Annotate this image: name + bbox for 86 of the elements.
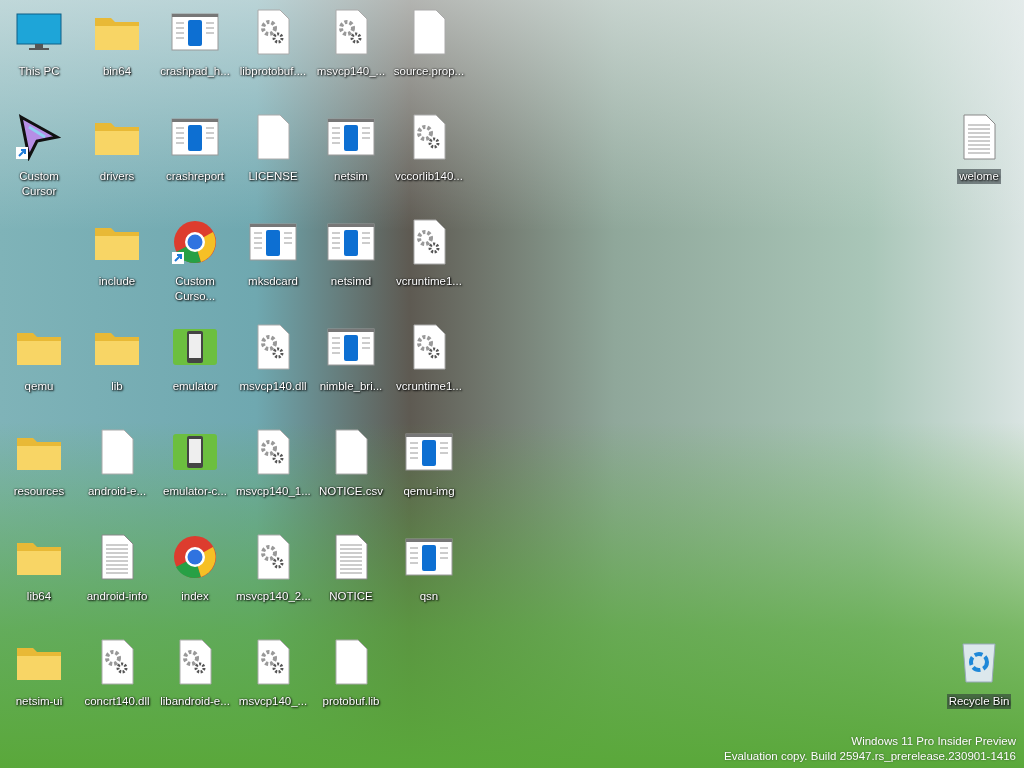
icon-label: vccorlib140... <box>395 169 463 184</box>
desktop-icon[interactable]: Custom Cursor <box>1 109 77 214</box>
icon-label: libandroid-e... <box>160 694 230 709</box>
icon-label: netsimd <box>330 274 372 289</box>
icon-label: android-info <box>86 589 148 604</box>
desktop-icon[interactable]: android-e... <box>79 424 155 529</box>
desktop-icon[interactable]: include <box>79 214 155 319</box>
desktop-icon[interactable]: qsn <box>391 529 467 634</box>
desktop-icon[interactable]: msvcp140_1... <box>235 424 311 529</box>
icon-label: android-e... <box>87 484 147 499</box>
icon-label: msvcp140.dll <box>239 379 307 394</box>
icon-label: Custom Curso... <box>173 274 217 304</box>
desktop-icon[interactable]: mksdcard <box>235 214 311 319</box>
desktop-icon[interactable]: NOTICE <box>313 529 389 634</box>
icon-label: vcruntime1... <box>396 274 462 289</box>
desktop-icon[interactable]: msvcp140_... <box>313 4 389 109</box>
desktop-icon[interactable]: bin64 <box>79 4 155 109</box>
desktop-icon[interactable]: lib64 <box>1 529 77 634</box>
icon-label: msvcp140_... <box>238 694 308 709</box>
desktop-icon[interactable]: source.prop... <box>391 4 467 109</box>
icon-label: qemu <box>24 379 54 394</box>
icon-label: libprotobuf.... <box>239 64 307 79</box>
icon-label: Custom Cursor <box>18 169 60 199</box>
desktop-icon[interactable]: Custom Curso... <box>157 214 233 319</box>
icon-label: netsim <box>334 169 368 184</box>
desktop-icon[interactable]: vcruntime1... <box>391 319 467 424</box>
icon-label: msvcp140_1... <box>236 484 310 499</box>
desktop-icon[interactable]: msvcp140_... <box>235 634 311 739</box>
icon-label: lib <box>111 379 123 394</box>
desktop-icon[interactable]: lib <box>79 319 155 424</box>
desktop-icon[interactable]: index <box>157 529 233 634</box>
desktop-icon[interactable]: emulator-c... <box>157 424 233 529</box>
icon-label: Recycle Bin <box>946 694 1012 709</box>
desktop-icon[interactable]: qemu <box>1 319 77 424</box>
build-info-text: Windows 11 Pro Insider Preview <box>851 734 1016 749</box>
icon-label: qsn <box>419 589 439 604</box>
build-info-text: Evaluation copy. Build 25947.rs_prerelease.230901-1416 <box>724 749 1016 764</box>
icon-label: protobuf.lib <box>322 694 380 709</box>
desktop-icon[interactable]: crashreport <box>157 109 233 214</box>
icon-label: NOTICE <box>329 589 373 604</box>
desktop-icon[interactable]: libandroid-e... <box>157 634 233 739</box>
icon-label: crashpad_h... <box>160 64 230 79</box>
desktop-icon[interactable]: nimble_bri... <box>313 319 389 424</box>
desktop-icon[interactable]: libprotobuf.... <box>235 4 311 109</box>
desktop-icon[interactable]: android-info <box>79 529 155 634</box>
desktop-icon[interactable]: resources <box>1 424 77 529</box>
desktop-icon[interactable]: welome <box>941 109 1017 214</box>
icon-label: msvcp140_... <box>316 64 386 79</box>
desktop-icon[interactable]: netsim-ui <box>1 634 77 739</box>
desktop-icon[interactable]: protobuf.lib <box>313 634 389 739</box>
desktop-icon[interactable]: msvcp140.dll <box>235 319 311 424</box>
desktop-icon[interactable]: netsimd <box>313 214 389 319</box>
desktop-icon[interactable]: qemu-img <box>391 424 467 529</box>
desktop-icon[interactable]: vcruntime1... <box>391 214 467 319</box>
icon-label: emulator-c... <box>163 484 227 499</box>
icon-label: LICENSE <box>248 169 298 184</box>
desktop-icon[interactable]: concrt140.dll <box>79 634 155 739</box>
icon-label: This PC <box>18 64 60 79</box>
icon-label: mksdcard <box>248 274 298 289</box>
icon-label: resources <box>13 484 65 499</box>
browser-logo-icon <box>171 533 219 581</box>
icon-label: welome <box>957 169 1001 184</box>
icon-label: netsim-ui <box>15 694 63 709</box>
icon-label: drivers <box>99 169 135 184</box>
desktop-icon[interactable]: This PC <box>1 4 77 109</box>
desktop-icon[interactable]: crashpad_h... <box>157 4 233 109</box>
desktop-icon[interactable]: msvcp140_2... <box>235 529 311 634</box>
icon-label: vcruntime1... <box>396 379 462 394</box>
icon-label: bin64 <box>102 64 132 79</box>
icon-label: index <box>181 589 209 604</box>
icon-label: msvcp140_2... <box>236 589 310 604</box>
icon-label: lib64 <box>26 589 52 604</box>
desktop-icon[interactable]: emulator <box>157 319 233 424</box>
desktop-icon[interactable]: netsim <box>313 109 389 214</box>
desktop-icon[interactable]: vccorlib140... <box>391 109 467 214</box>
icon-label: source.prop... <box>393 64 465 79</box>
icon-label: include <box>98 274 136 289</box>
desktop-icon[interactable]: LICENSE <box>235 109 311 214</box>
icon-label: crashreport <box>165 169 225 184</box>
icon-label: qemu-img <box>403 484 455 499</box>
desktop-icon[interactable]: drivers <box>79 109 155 214</box>
desktop-icon[interactable]: NOTICE.csv <box>313 424 389 529</box>
icon-label: emulator <box>172 379 218 394</box>
icon-label: NOTICE.csv <box>319 484 383 499</box>
icon-label: nimble_bri... <box>319 379 383 394</box>
icon-label: concrt140.dll <box>84 694 150 709</box>
